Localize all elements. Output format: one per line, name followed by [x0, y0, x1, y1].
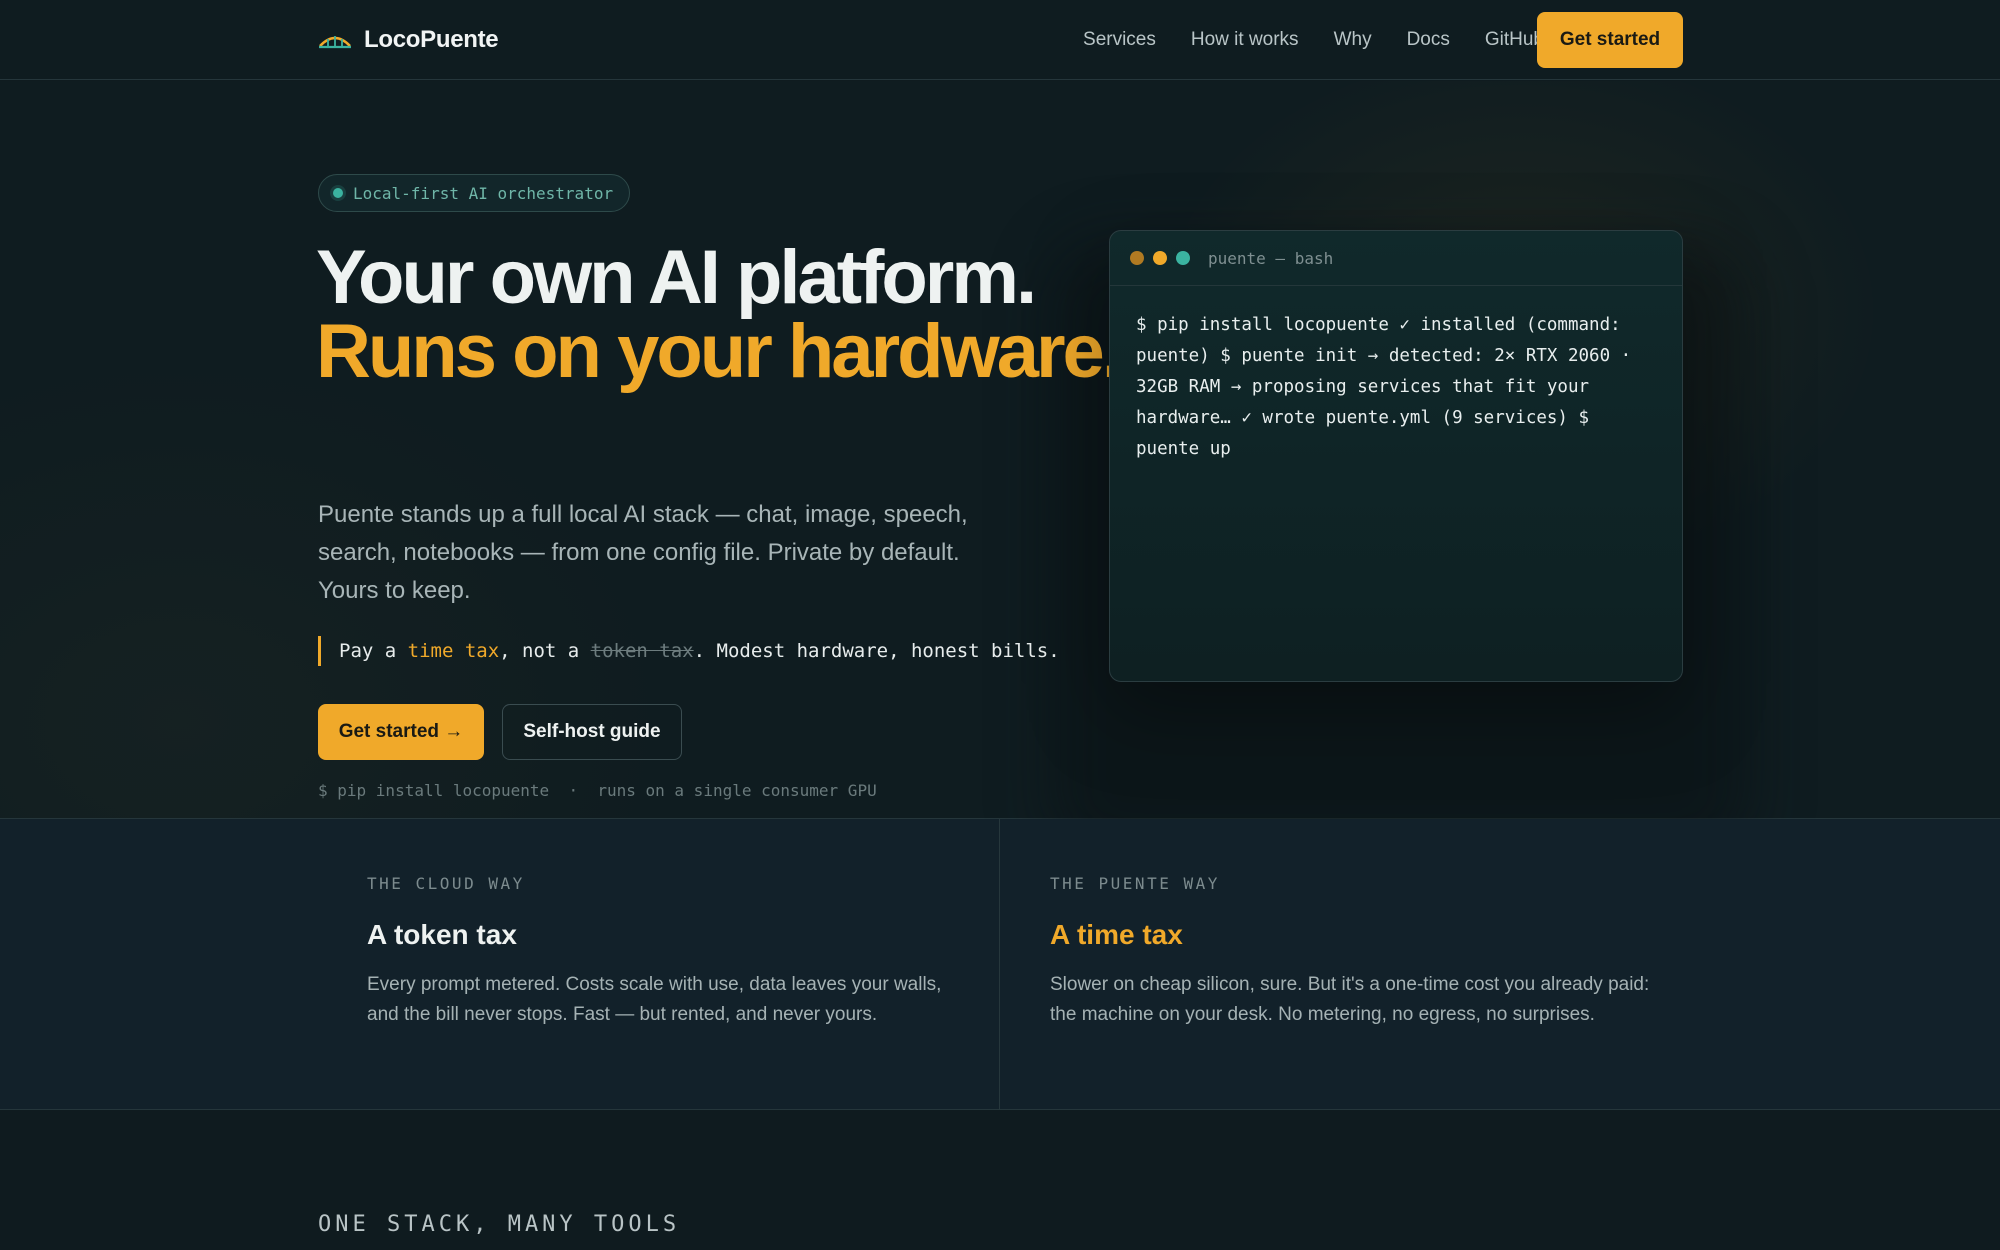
- headline-line-1: Your own AI platform.: [316, 235, 1037, 320]
- quote-pre: Pay a: [339, 640, 408, 662]
- quote-strikethrough: token tax: [590, 640, 694, 662]
- column-divider: [999, 819, 1000, 1110]
- puente-way-eyebrow: THE PUENTE WAY: [1050, 874, 1220, 893]
- tax-quote: Pay a time tax, not a token tax. Modest …: [318, 636, 1060, 666]
- quote-mid: , not a: [499, 640, 591, 662]
- brand-name: LocoPuente: [364, 26, 499, 53]
- terminal-window: puente — bash $ pip install locopuente ✓…: [1109, 230, 1683, 682]
- nav-link-why[interactable]: Why: [1334, 29, 1372, 51]
- hero-headline: Your own AI platform. Runs on your hardw…: [316, 235, 1123, 394]
- hero-description: Puente stands up a full local AI stack —…: [318, 501, 968, 604]
- cloud-way-text: Every prompt metered. Costs scale with u…: [367, 974, 942, 1025]
- cloud-way-title: A token tax: [367, 919, 517, 950]
- quote-post: . Modest hardware, honest bills.: [693, 640, 1060, 662]
- brand[interactable]: LocoPuente: [318, 22, 499, 58]
- puente-way-title: A time tax: [1050, 919, 1183, 950]
- window-close-dot-icon: [1130, 251, 1144, 265]
- install-note: $ pip install locopuente · runs on a sin…: [318, 781, 877, 800]
- terminal-titlebar: puente — bash: [1110, 231, 1682, 286]
- puente-way-text: Slower on cheap silicon, sure. But it's …: [1050, 974, 1650, 1025]
- bridge-logo-icon: [319, 36, 351, 49]
- comparison-section: THE CLOUD WAY A token tax Every prompt m…: [0, 819, 2000, 1110]
- status-dot-icon: [333, 188, 343, 198]
- self-host-guide-button[interactable]: Self-host guide: [502, 704, 682, 760]
- nav-links: Services How it works Why Docs GitHub: [1083, 0, 1544, 80]
- nav-link-services[interactable]: Services: [1083, 29, 1156, 51]
- nav-link-docs[interactable]: Docs: [1407, 29, 1450, 51]
- terminal-output: $ pip install locopuente ✓ installed (co…: [1136, 315, 1632, 459]
- nav-link-github[interactable]: GitHub: [1485, 29, 1544, 51]
- window-minimize-dot-icon: [1153, 251, 1167, 265]
- cloud-way-eyebrow: THE CLOUD WAY: [367, 874, 525, 893]
- window-maximize-dot-icon: [1176, 251, 1190, 265]
- terminal-title: puente — bash: [1208, 248, 1334, 268]
- tagline-pill-text: Local-first AI orchestrator: [353, 183, 614, 203]
- tagline-pill: Local-first AI orchestrator: [318, 174, 631, 212]
- nav-link-how-it-works[interactable]: How it works: [1191, 29, 1299, 51]
- tools-section-heading: ONE STACK, MANY TOOLS: [318, 1212, 681, 1237]
- quote-highlight: time tax: [407, 640, 500, 662]
- headline-line-2: Runs on your hardware.: [316, 309, 1123, 394]
- hero-section: Local-first AI orchestrator Your own AI …: [0, 81, 2000, 861]
- get-started-button[interactable]: Get started →: [318, 704, 484, 760]
- top-nav: LocoPuente Services How it works Why Doc…: [0, 0, 2000, 80]
- nav-get-started-button[interactable]: Get started: [1537, 12, 1683, 68]
